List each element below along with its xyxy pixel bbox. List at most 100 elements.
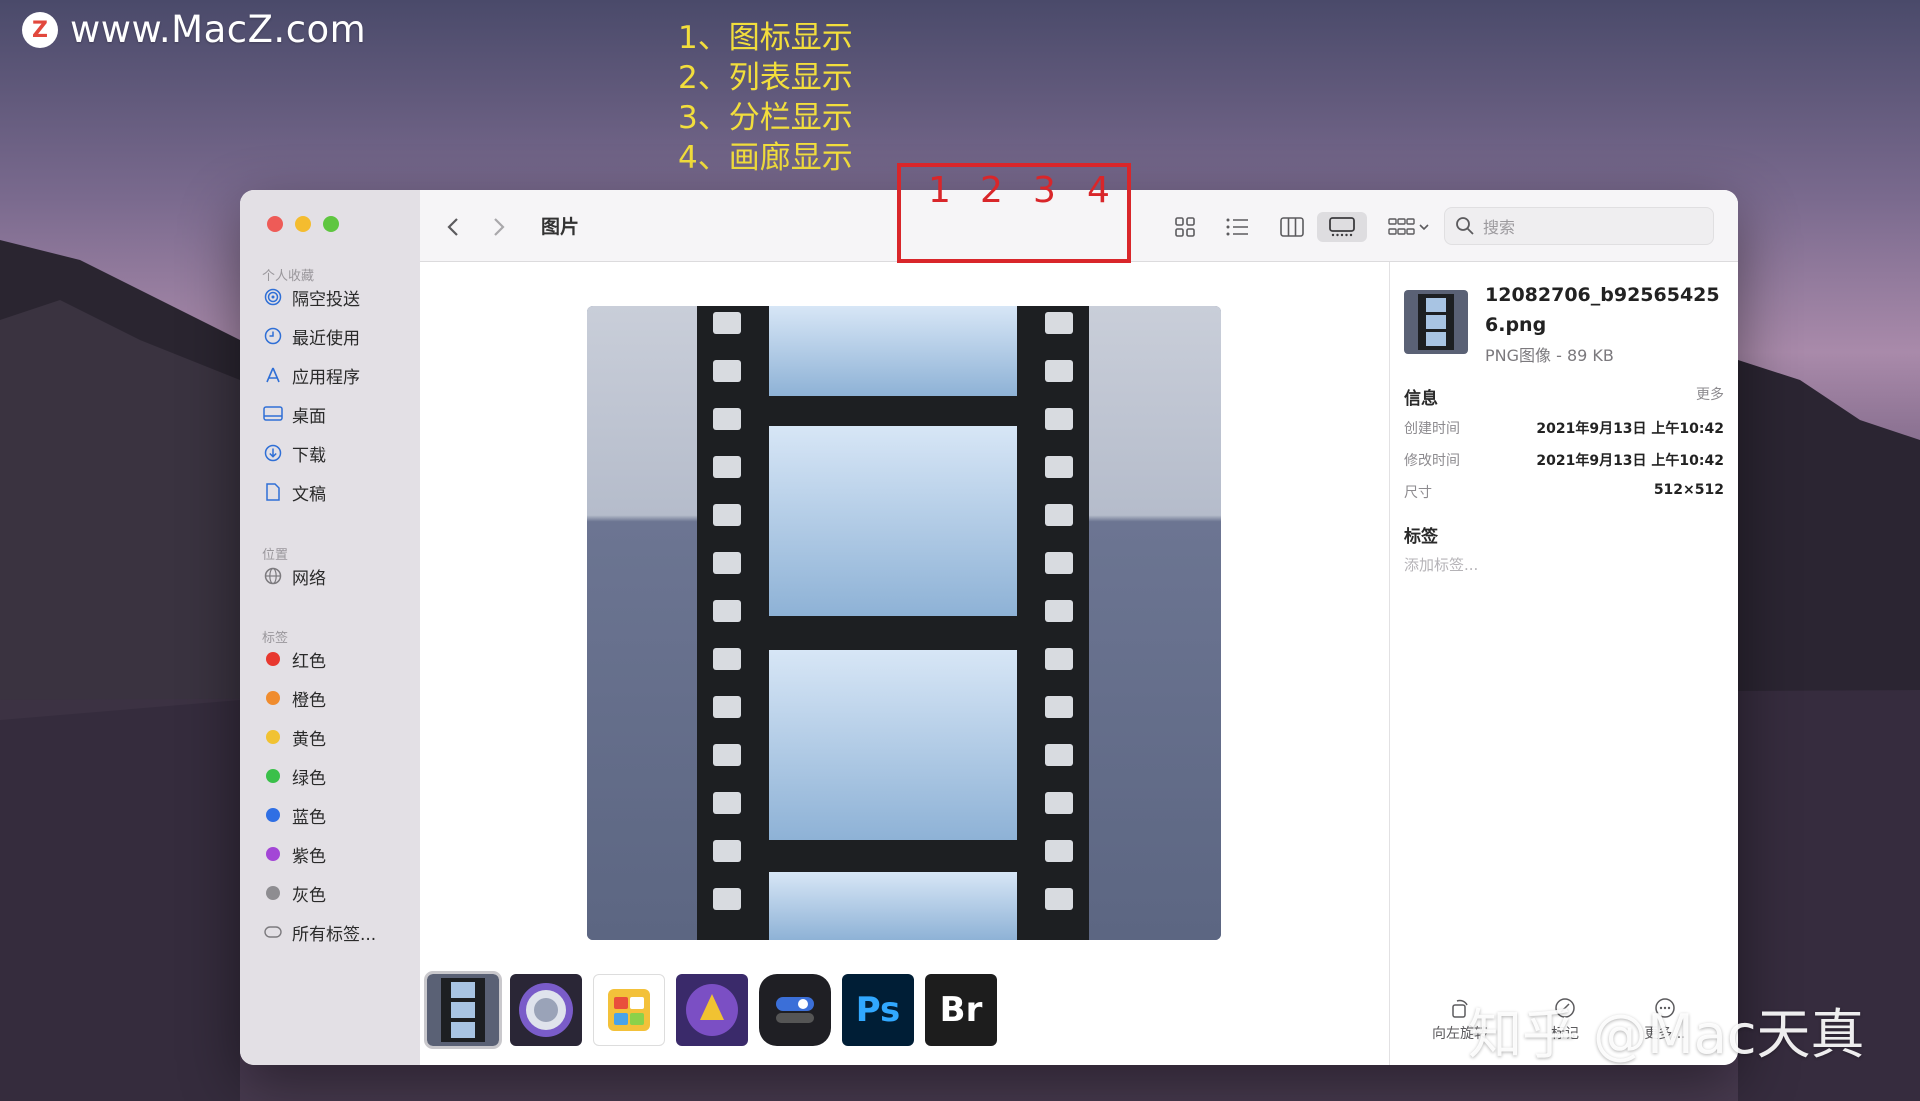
sidebar-item-label: 下载 [292, 445, 326, 466]
info-value: 2021年9月13日 上午10:42 [1536, 421, 1724, 437]
sidebar-item-downloads[interactable]: 下载 [262, 439, 326, 467]
thumbnail-bridge[interactable]: Br [925, 974, 997, 1046]
info-row-created: 创建时间 2021年9月13日 上午10:42 [1404, 418, 1724, 438]
game-icon [686, 984, 738, 1036]
annotation-line: 4、画廊显示 [678, 140, 853, 176]
highlight-number: 4 [1087, 170, 1110, 211]
sidebar-tag-purple[interactable]: 紫色 [262, 840, 326, 868]
highlight-number: 3 [1033, 170, 1056, 211]
sidebar-item-recents[interactable]: 最近使用 [262, 322, 360, 350]
sidebar-section-tags: 标签 [262, 631, 289, 646]
info-value: 2021年9月13日 上午10:42 [1536, 453, 1724, 469]
info-row-modified: 修改时间 2021年9月13日 上午10:42 [1404, 450, 1724, 470]
thumbnail-photoshop[interactable]: Ps [842, 974, 914, 1046]
sidebar-tag-blue[interactable]: 蓝色 [262, 801, 326, 829]
group-grid-icon [1388, 218, 1429, 235]
network-icon [262, 565, 284, 587]
info-heading: 信息 [1404, 389, 1438, 409]
sidebar-item-documents[interactable]: 文稿 [262, 478, 326, 506]
tag-dot-icon [266, 808, 280, 822]
zoom-button[interactable] [323, 216, 339, 232]
info-value: 512×512 [1653, 482, 1724, 498]
view-columns-button[interactable] [1272, 212, 1312, 242]
forward-button[interactable] [486, 212, 512, 242]
search-placeholder: 搜索 [1483, 218, 1516, 237]
file-thumbnail [1404, 290, 1468, 354]
thumbnail-toggle-app[interactable] [759, 974, 831, 1046]
group-button[interactable] [1382, 212, 1436, 242]
sidebar-item-label: 橙色 [292, 690, 326, 711]
tag-dot-icon [266, 652, 280, 666]
airdrop-icon [262, 286, 284, 308]
add-tags-field[interactable]: 添加标签... [1404, 554, 1478, 575]
sidebar-item-airdrop[interactable]: 隔空投送 [262, 283, 360, 311]
window-title: 图片 [541, 216, 580, 238]
highlight-number: 1 [928, 170, 951, 211]
zhihu-watermark: 知乎 @Mac天真 [1468, 1003, 1865, 1066]
tag-dot-icon [266, 730, 280, 744]
sidebar-item-label: 黄色 [292, 729, 326, 750]
chevron-right-icon [494, 218, 505, 236]
sidebar-item-label: 绿色 [292, 768, 326, 789]
columns-icon [1280, 217, 1304, 237]
sidebar-item-label: 灰色 [292, 885, 326, 906]
desktop-icon [262, 403, 284, 425]
minimize-button[interactable] [295, 216, 311, 232]
back-button[interactable] [440, 212, 466, 242]
sidebar-item-label: 紫色 [292, 846, 326, 867]
info-key: 尺寸 [1404, 485, 1432, 501]
search-field[interactable]: 搜索 [1444, 207, 1714, 245]
sidebar-item-all-tags[interactable]: 所有标签... [262, 918, 376, 946]
budget-icon [608, 989, 650, 1031]
view-gallery-button[interactable] [1317, 212, 1367, 242]
finder-window: 个人收藏 隔空投送 最近使用 应用程序 桌面 下载 文稿 位置 网络 标签 红色… [240, 190, 1738, 1065]
tag-dot-icon [266, 847, 280, 861]
sidebar-item-label: 文稿 [292, 484, 326, 505]
sidebar-item-label: 红色 [292, 651, 326, 672]
annotation-list: 1、图标显示 2、列表显示 3、分栏显示 4、画廊显示 [678, 18, 853, 178]
gallery-view: Ps Br [420, 262, 1389, 1065]
file-type: PNG图像 - 89 KB [1485, 346, 1614, 365]
thumbnail-strip: Ps Br [424, 971, 997, 1049]
document-icon [262, 481, 284, 503]
clock-icon [262, 325, 284, 347]
chevron-left-icon [447, 218, 458, 236]
info-more-link[interactable]: 更多 [1696, 384, 1724, 404]
sidebar-tag-green[interactable]: 绿色 [262, 762, 326, 790]
sidebar-item-label: 隔空投送 [292, 289, 360, 310]
info-key: 修改时间 [1404, 453, 1460, 469]
sidebar-tag-red[interactable]: 红色 [262, 645, 326, 673]
annotation-line: 1、图标显示 [678, 20, 853, 56]
inspector-panel: 12082706_b925654256.png PNG图像 - 89 KB 信息… [1389, 262, 1738, 1065]
sidebar-item-network[interactable]: 网络 [262, 562, 326, 590]
tag-dot-icon [266, 769, 280, 783]
view-icon-button[interactable] [1165, 212, 1205, 242]
film-strip-icon [587, 306, 1221, 940]
film-strip-thumb-icon [1418, 294, 1454, 350]
watermark-url: www.MacZ.com [70, 8, 367, 51]
sidebar-tag-orange[interactable]: 橙色 [262, 684, 326, 712]
sidebar-item-label: 所有标签... [292, 924, 377, 945]
sidebar-tag-yellow[interactable]: 黄色 [262, 723, 326, 751]
close-button[interactable] [267, 216, 283, 232]
annotation-line: 3、分栏显示 [678, 100, 853, 136]
sidebar-item-desktop[interactable]: 桌面 [262, 400, 326, 428]
thumbnail-game-app[interactable] [676, 974, 748, 1046]
thumbnail-budget-app[interactable] [593, 974, 665, 1046]
sidebar: 个人收藏 隔空投送 最近使用 应用程序 桌面 下载 文稿 位置 网络 标签 红色… [240, 190, 420, 1065]
orb-icon [519, 983, 573, 1037]
sidebar-section-favorites: 个人收藏 [262, 269, 315, 284]
sidebar-item-label: 蓝色 [292, 807, 326, 828]
view-list-button[interactable] [1217, 212, 1257, 242]
grid-icon [1175, 217, 1195, 237]
sidebar-tag-gray[interactable]: 灰色 [262, 879, 326, 907]
sidebar-section-locations: 位置 [262, 548, 289, 563]
sidebar-item-applications[interactable]: 应用程序 [262, 361, 360, 389]
gallery-icon [1329, 217, 1355, 237]
sidebar-item-label: 网络 [292, 568, 326, 589]
search-icon [1456, 217, 1474, 235]
thumbnail-film-strip[interactable] [424, 971, 502, 1049]
toggle-icon [776, 997, 814, 1023]
tags-heading: 标签 [1404, 527, 1438, 547]
thumbnail-orb-app[interactable] [510, 974, 582, 1046]
